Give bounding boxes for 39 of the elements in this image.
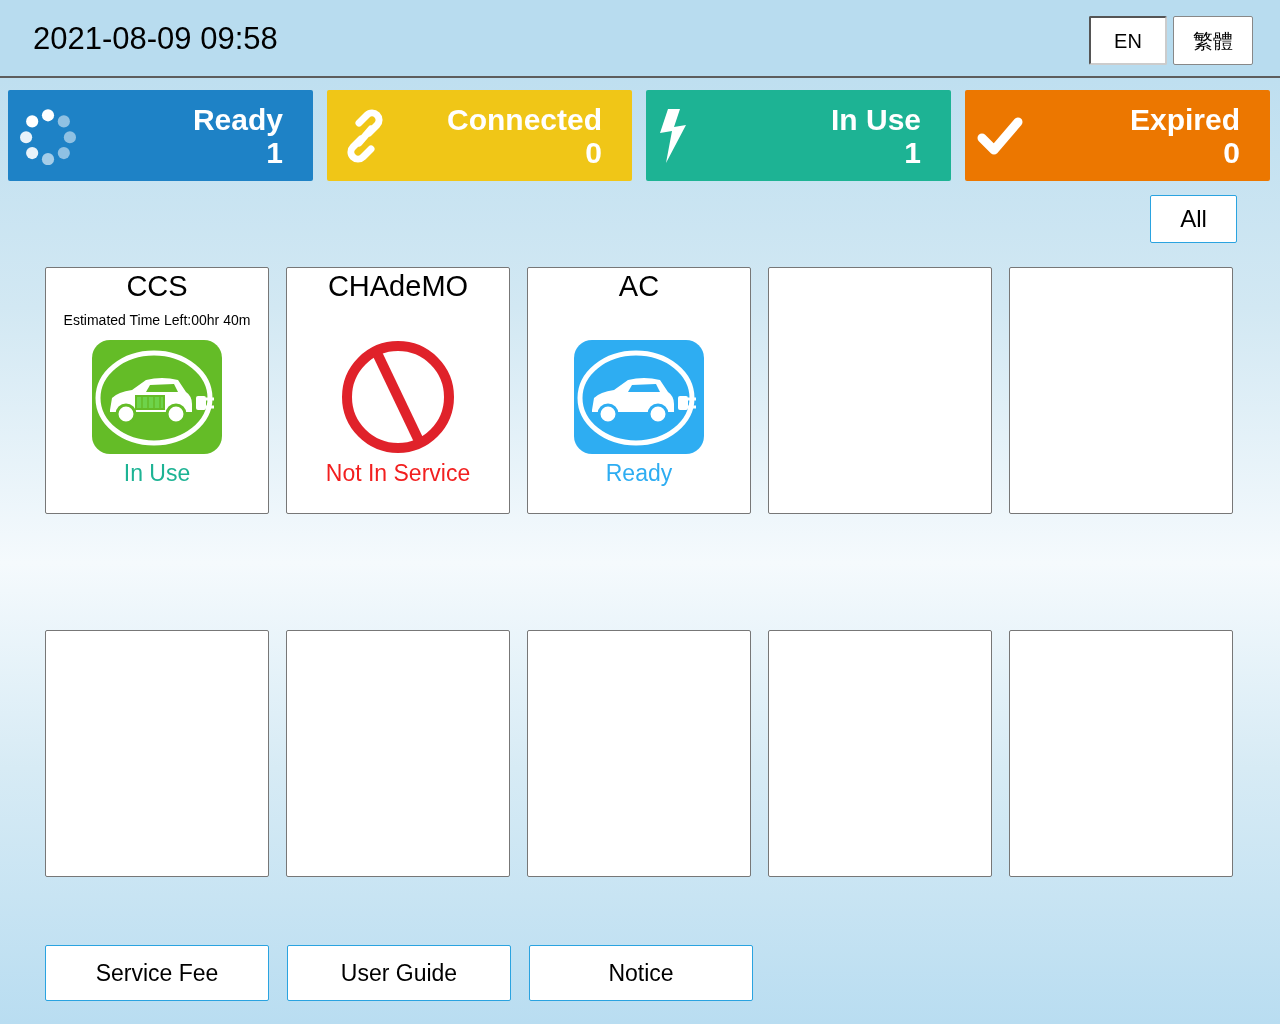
charger-status: Ready [605, 462, 673, 485]
charger-card[interactable]: AC Ready [527, 267, 751, 514]
status-count: 0 [585, 135, 602, 169]
status-count: 0 [1223, 135, 1240, 169]
language-button[interactable]: 繁體 [1173, 16, 1253, 65]
checkmark-icon [977, 115, 1023, 156]
empty-charger-slot[interactable] [1009, 630, 1233, 877]
status-label: In Use [830, 102, 921, 136]
charger-card[interactable]: CHAdeMO Not In Service [286, 267, 510, 514]
status-label: Connected [447, 102, 602, 136]
empty-charger-slot[interactable] [286, 630, 510, 877]
empty-charger-slot[interactable] [768, 267, 992, 514]
status-count: 1 [904, 135, 921, 169]
status-summary-tile[interactable]: Ready 1 [8, 90, 313, 181]
connector-name: CHAdeMO [327, 272, 469, 302]
language-button[interactable]: EN [1089, 16, 1167, 65]
status-label: Ready [192, 102, 283, 136]
spinner-icon [20, 106, 76, 165]
charger-card[interactable]: CCS Estimated Time Left:00hr 40m In Use [45, 267, 269, 514]
footer-button[interactable]: Service Fee [45, 945, 269, 1001]
status-count: 1 [266, 135, 283, 169]
connector-name: CCS [126, 272, 188, 302]
empty-charger-slot[interactable] [768, 630, 992, 877]
footer-button[interactable]: User Guide [287, 945, 511, 1001]
empty-charger-slot[interactable] [45, 630, 269, 877]
lightning-bolt-icon [658, 106, 688, 165]
footer-button[interactable]: Notice [529, 945, 753, 1001]
prohibited-icon [341, 340, 455, 454]
all-filter-button[interactable]: All [1150, 195, 1237, 243]
charging-car-icon [92, 340, 222, 454]
charger-status: Not In Service [325, 462, 471, 485]
empty-charger-slot[interactable] [1009, 267, 1233, 514]
date-time: 2021-08-09 09:58 [33, 19, 278, 58]
electric-car-icon [574, 340, 704, 454]
status-label: Expired [1129, 102, 1240, 136]
empty-charger-slot[interactable] [527, 630, 751, 877]
time-left-text: Estimated Time Left:00hr 40m [63, 310, 251, 330]
charger-status: In Use [123, 462, 191, 485]
connector-name: AC [618, 272, 660, 302]
